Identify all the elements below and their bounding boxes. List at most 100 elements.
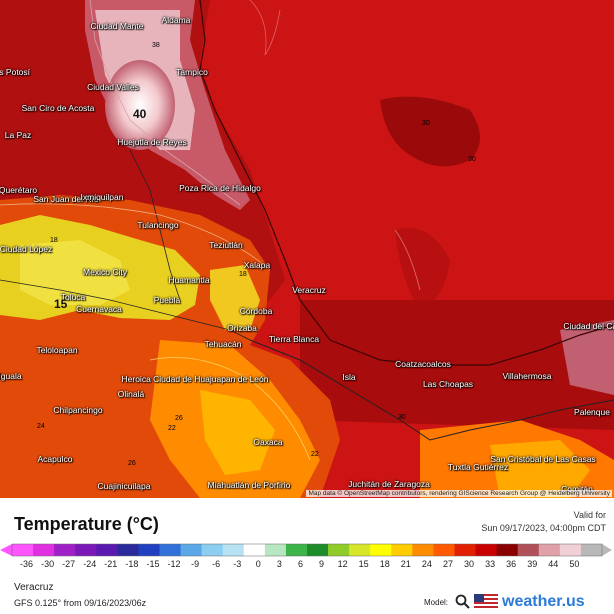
contour-label: 30 bbox=[422, 120, 430, 127]
city-label: San Ciro de Acosta bbox=[21, 103, 95, 113]
colorbar-tick-label: 50 bbox=[569, 559, 580, 569]
contour-label: 22 bbox=[311, 451, 319, 458]
city-label: Coatzacoalcos bbox=[395, 359, 451, 369]
colorbar-tick-label: -18 bbox=[125, 559, 139, 569]
colorbar-segment bbox=[180, 544, 203, 556]
city-label: Aldama bbox=[161, 15, 191, 25]
temperature-map[interactable]: Ciudad Mante Aldama Tampico Luis Potosí Ciud… bbox=[0, 0, 614, 498]
city-label: Luis Potosí bbox=[0, 67, 31, 77]
colorbar-segment bbox=[559, 544, 582, 556]
city-label: Tehuacán bbox=[204, 339, 242, 349]
colorbar-segment bbox=[412, 544, 434, 556]
colorbar-tick-label: -27 bbox=[62, 559, 76, 569]
colorbar-segment bbox=[12, 544, 34, 556]
colorbar-segment bbox=[454, 544, 477, 556]
contour-label: 38 bbox=[152, 42, 160, 49]
colorbar-tick-label: 9 bbox=[319, 559, 325, 569]
model-label: Model: bbox=[424, 598, 449, 607]
legend-panel: Temperature (°C) Valid for Sun 09/17/202… bbox=[0, 498, 614, 614]
colorbar-tick-label: 24 bbox=[421, 559, 432, 569]
colorbar-segment bbox=[580, 544, 603, 556]
colorbar-tick-label: -15 bbox=[146, 559, 160, 569]
colorbar-tick-label: 21 bbox=[400, 559, 411, 569]
city-label: Querétaro bbox=[0, 185, 38, 195]
city-label: Juchitán de Zaragoza bbox=[348, 479, 430, 489]
contour-label: 40 bbox=[133, 107, 147, 121]
contour-label: 26 bbox=[175, 415, 183, 422]
colorbar-segment bbox=[391, 544, 413, 556]
colorbar-segment bbox=[54, 544, 76, 556]
colorbar-segment bbox=[222, 544, 245, 556]
model-run: GFS 0.125° from 09/16/2023/06z bbox=[14, 598, 147, 608]
colorbar-segment bbox=[538, 544, 561, 556]
city-label: Teloloapan bbox=[36, 345, 78, 355]
valid-for-label: Valid for bbox=[573, 510, 606, 520]
city-label: Teziutlán bbox=[209, 240, 243, 250]
city-label: Tulancingo bbox=[137, 220, 179, 230]
valid-time: Sun 09/17/2023, 04:00pm CDT bbox=[481, 523, 606, 533]
city-label: Ixmiquilpan bbox=[80, 192, 124, 202]
city-label: Heroica Ciudad de Huajuapan de León bbox=[121, 374, 269, 384]
contour-label: 15 bbox=[54, 297, 68, 311]
city-label: Veracruz bbox=[292, 285, 326, 295]
city-label: Oaxaca bbox=[253, 437, 283, 447]
colorbar-tick-label: 0 bbox=[255, 559, 261, 569]
colorbar-tick-label: -6 bbox=[212, 559, 221, 569]
city-label: Ciudad del Carmen bbox=[563, 321, 614, 331]
colorbar-tick-label: -30 bbox=[41, 559, 55, 569]
city-label: Córdoba bbox=[239, 306, 273, 316]
city-label: Huejutla de Reyes bbox=[117, 137, 187, 147]
city-label: Ciudad Mante bbox=[90, 21, 144, 31]
colorbar-segment bbox=[201, 544, 224, 556]
brand-logo[interactable]: weather.us bbox=[502, 593, 585, 611]
colorbar-tick-label: 18 bbox=[379, 559, 390, 569]
colorbar-tick-label: -36 bbox=[20, 559, 34, 569]
colorbar-segment bbox=[475, 544, 498, 556]
city-label: Ciudad Valles bbox=[87, 82, 139, 92]
colorbar-tick-label: -3 bbox=[233, 559, 242, 569]
colorbar-segment bbox=[370, 544, 392, 556]
contour-label: 24 bbox=[37, 423, 45, 430]
color-scale-bar bbox=[0, 543, 612, 557]
city-label: Mexico City bbox=[83, 267, 127, 277]
contour-label: 18 bbox=[50, 237, 58, 244]
colorbar-segment bbox=[433, 544, 455, 556]
city-label: Poza Rica de Hidalgo bbox=[179, 183, 261, 193]
city-label: Tampico bbox=[176, 67, 208, 77]
colorbar-segment bbox=[349, 544, 371, 556]
colorbar-tick-label: -24 bbox=[83, 559, 97, 569]
city-label: Puebla bbox=[153, 295, 181, 305]
colorbar-segment bbox=[117, 544, 139, 556]
city-label: Isla bbox=[342, 372, 356, 382]
city-label: Acapulco bbox=[37, 454, 73, 464]
city-label: La Paz bbox=[4, 130, 32, 140]
contour-label: 18 bbox=[239, 271, 247, 278]
colorbar-segment bbox=[307, 544, 329, 556]
colorbar-segment bbox=[285, 544, 308, 556]
location-name: Veracruz bbox=[14, 582, 54, 593]
map-canvas bbox=[0, 0, 614, 498]
colorbar-tick-label: 6 bbox=[297, 559, 303, 569]
contour-label: 22 bbox=[168, 425, 176, 432]
city-label: Xalapa bbox=[243, 260, 271, 270]
colorbar-tick-label: -21 bbox=[104, 559, 118, 569]
city-label: Tuxtla Gutiérrez bbox=[447, 462, 509, 472]
city-label: Iguala bbox=[0, 371, 22, 381]
colorbar-segment bbox=[264, 544, 287, 556]
colorbar-segment bbox=[138, 544, 160, 556]
city-label: Cuajinicuilapa bbox=[97, 481, 151, 491]
colorbar-tick-label: 27 bbox=[442, 559, 453, 569]
us-flag-icon bbox=[474, 594, 498, 608]
contour-label: 26 bbox=[128, 460, 136, 467]
colorbar-segment bbox=[96, 544, 118, 556]
colorbar-arrow-right bbox=[602, 544, 612, 556]
search-icon[interactable] bbox=[455, 594, 471, 610]
city-label: Tierra Blanca bbox=[268, 334, 320, 344]
colorbar-segment bbox=[243, 544, 266, 556]
city-label: Orizaba bbox=[227, 323, 257, 333]
colorbar-tick-label: 44 bbox=[548, 559, 559, 569]
city-label: Villahermosa bbox=[502, 371, 552, 381]
colorbar-segment bbox=[159, 544, 182, 556]
city-label: Ciudad López bbox=[0, 244, 53, 254]
city-label: Palenque bbox=[574, 407, 610, 417]
